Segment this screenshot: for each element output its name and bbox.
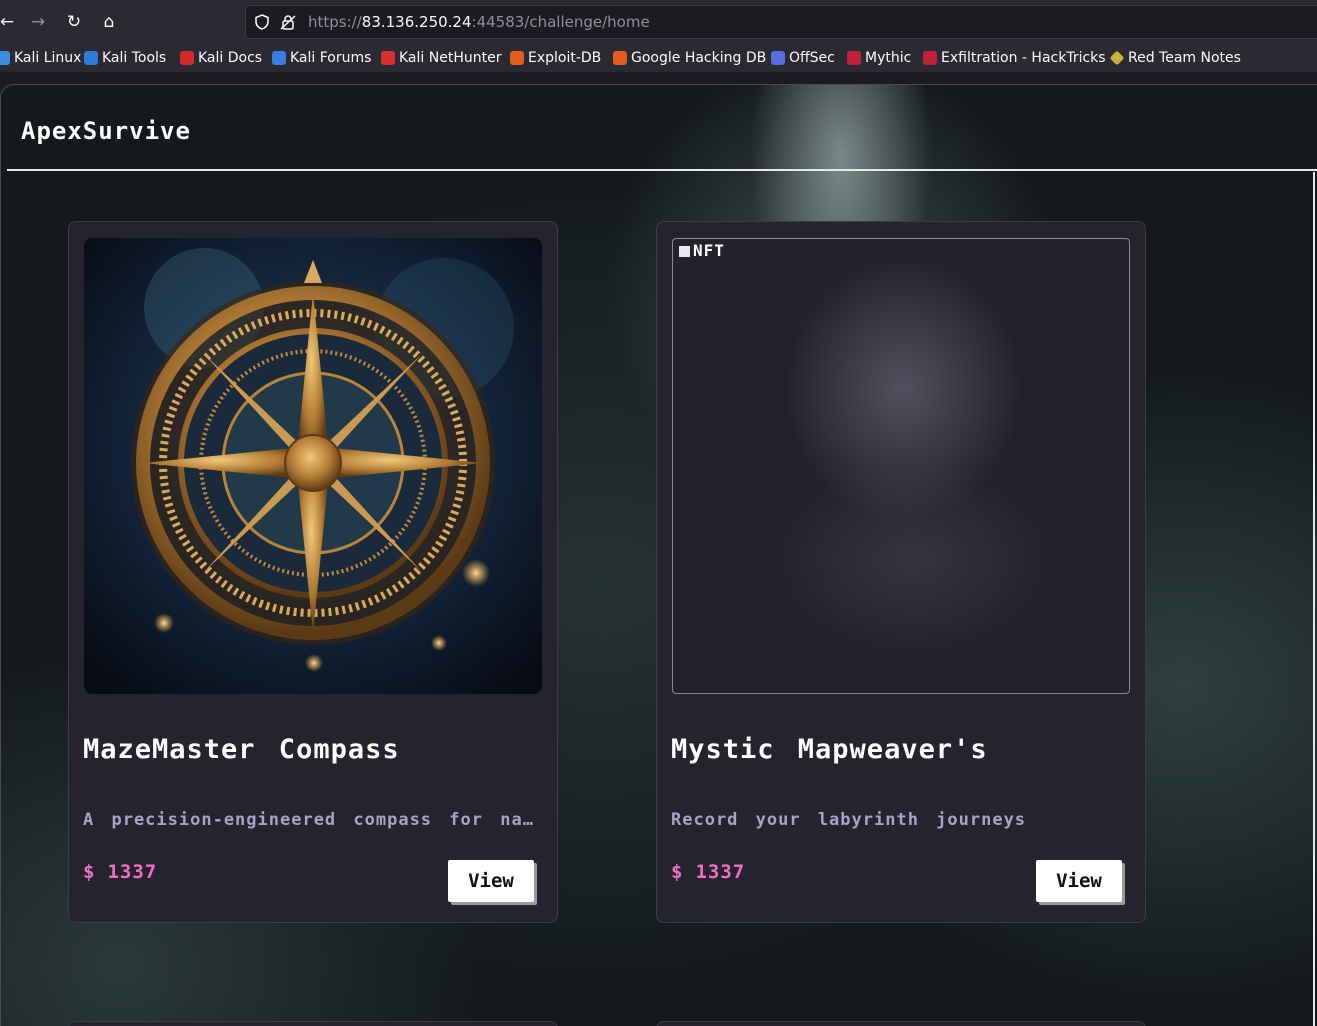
bookmark-label: Mythic [865, 50, 912, 66]
bookmark-offsec[interactable]: OffSec [771, 49, 835, 67]
reload-icon[interactable]: ↻ [61, 9, 87, 35]
url-scheme: https:// [308, 13, 362, 31]
product-card-partial [656, 1021, 1146, 1026]
url-host: 83.136.250.24 [361, 13, 472, 31]
bookmark-label: Kali NetHunter [399, 50, 502, 66]
kali-dragon-icon [0, 51, 10, 65]
product-title: Mystic Mapweaver's [671, 734, 988, 765]
brand-logo[interactable]: ApexSurvive [21, 117, 191, 145]
site-header: ApexSurvive [7, 85, 1317, 171]
bookmarks-toolbar: Kali Linux Kali Tools Kali Docs Kali For… [0, 44, 1317, 72]
bookmark-kali-linux[interactable]: Kali Linux [0, 49, 81, 67]
url-text[interactable]: https://83.136.250.24:44583/challenge/ho… [308, 13, 650, 31]
product-description: Record your labyrinth journeys [671, 810, 1027, 830]
lock-warning-icon[interactable] [280, 14, 296, 30]
product-description: A precision-engineered compass for navig… [83, 810, 539, 830]
currency-symbol: $ [83, 861, 96, 883]
view-button[interactable]: View [1036, 860, 1122, 902]
product-image-broken[interactable]: NFT [672, 238, 1130, 694]
bookmark-label: Kali Tools [102, 50, 167, 66]
product-price: $1337 [671, 861, 745, 883]
bookmark-label: Google Hacking DB [631, 50, 767, 66]
url-bar[interactable]: https://83.136.250.24:44583/challenge/ho… [245, 5, 1317, 39]
bookmark-kali-forums[interactable]: Kali Forums [272, 49, 371, 67]
hacktricks-icon [923, 51, 937, 65]
price-amount: 1337 [695, 861, 746, 883]
bookmark-kali-nethunter[interactable]: Kali NetHunter [381, 49, 501, 67]
bookmark-google-hacking-db[interactable]: Google Hacking DB [613, 49, 766, 67]
ghdb-icon [613, 51, 627, 65]
offsec-icon [771, 51, 785, 65]
home-icon[interactable]: ⌂ [96, 9, 122, 35]
bookmark-kali-docs[interactable]: Kali Docs [180, 49, 262, 67]
broken-image-icon [679, 246, 690, 257]
bookmark-label: OffSec [789, 50, 835, 66]
back-arrow-icon[interactable]: ← [0, 9, 20, 35]
url-path: :44583/challenge/home [471, 13, 650, 31]
bookmark-hacktricks[interactable]: Exfiltration - HackTricks [923, 49, 1106, 67]
right-border-line [1313, 172, 1315, 1026]
product-price: $1337 [83, 861, 157, 883]
red-team-notes-icon [1109, 50, 1125, 66]
product-title: MazeMaster Compass [83, 734, 400, 765]
bookmark-label: Red Team Notes [1128, 50, 1241, 66]
bookmark-exploit-db[interactable]: Exploit-DB [510, 49, 601, 67]
currency-symbol: $ [671, 861, 684, 883]
page-viewport: ApexSurvive MazeMaster Compass A precisi… [0, 84, 1317, 1026]
bookmark-label: Exfiltration - HackTricks [941, 50, 1106, 66]
kali-docs-icon [180, 51, 194, 65]
broken-image-alt: NFT [679, 241, 725, 260]
bookmark-label: Kali Docs [198, 50, 263, 66]
browser-chrome-edge [0, 72, 1317, 84]
exploit-db-icon [510, 51, 524, 65]
forward-arrow-icon[interactable]: → [25, 9, 51, 35]
bookmark-mythic[interactable]: Mythic [847, 49, 911, 67]
kali-forums-icon [272, 51, 286, 65]
bookmark-label: Exploit-DB [528, 50, 602, 66]
nethunter-icon [381, 51, 395, 65]
product-card-partial [68, 1021, 558, 1026]
mythic-icon [847, 51, 861, 65]
product-card: MazeMaster Compass A precision-engineere… [68, 221, 558, 923]
view-button[interactable]: View [448, 860, 534, 902]
image-alt-text: NFT [693, 241, 725, 260]
bookmark-red-team-notes[interactable]: Red Team Notes [1109, 49, 1241, 67]
kali-tools-icon [84, 51, 98, 65]
bookmark-kali-tools[interactable]: Kali Tools [84, 49, 166, 67]
price-amount: 1337 [107, 861, 158, 883]
browser-navbar: ← → ↻ ⌂ https://83.136.250.24:44583/chal… [0, 0, 1317, 44]
product-image-compass[interactable] [84, 238, 542, 694]
product-card: NFT Mystic Mapweaver's Record your labyr… [656, 221, 1146, 923]
bookmark-label: Kali Linux [14, 50, 82, 66]
shield-icon[interactable] [254, 14, 270, 30]
compass-image [84, 238, 542, 694]
bookmark-label: Kali Forums [290, 50, 372, 66]
